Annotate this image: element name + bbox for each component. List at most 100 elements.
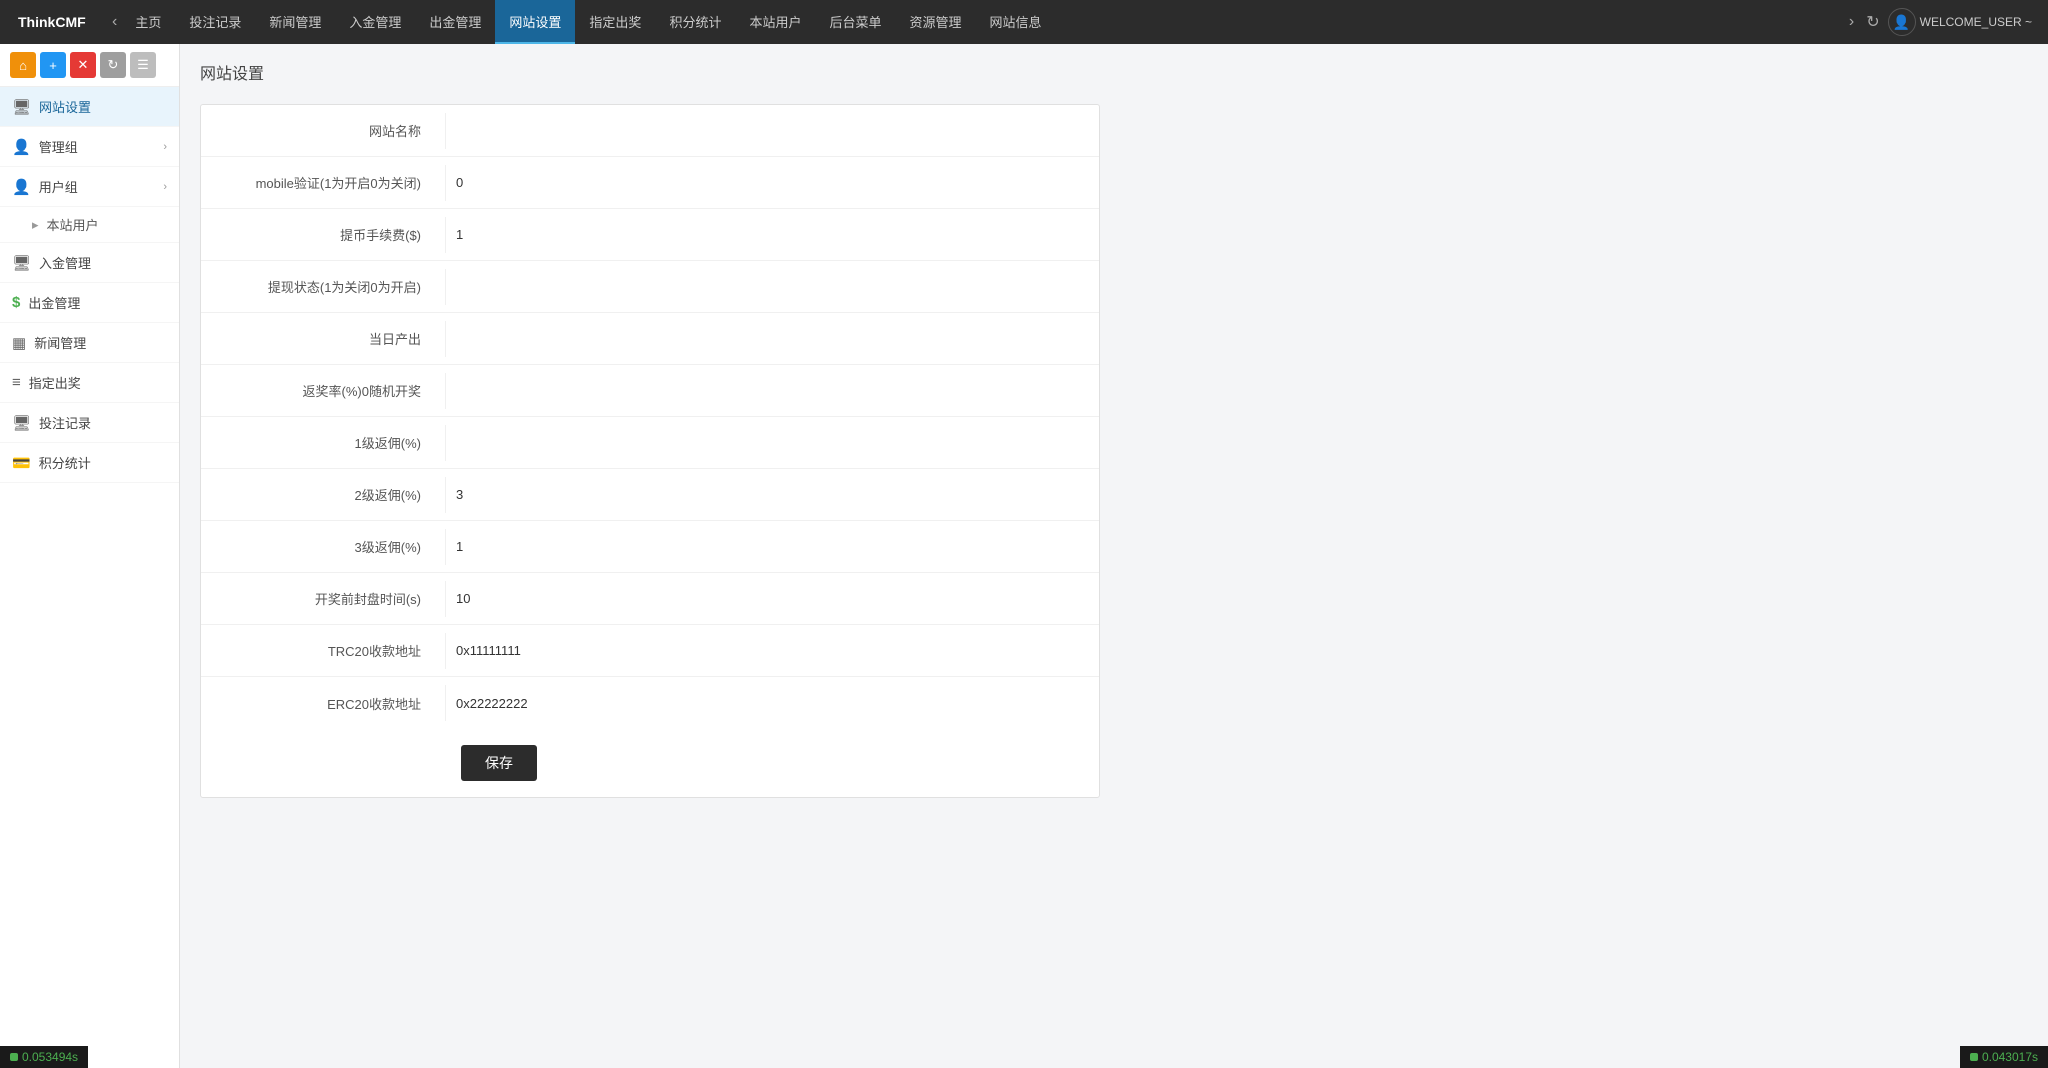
form-row-2: 提币手续费($)	[201, 209, 1099, 261]
user-avatar-icon: 👤	[1888, 8, 1916, 36]
nav-item-网站信息[interactable]: 网站信息	[976, 0, 1056, 44]
form-input-6[interactable]	[445, 425, 1095, 461]
nav-item-主页[interactable]: 主页	[121, 0, 175, 44]
sidebar-toolbar: ⌂ + ✕ ↻ ☰	[0, 44, 179, 87]
nav-item-投注记录[interactable]: 投注记录	[175, 0, 255, 44]
list-icon: ≡	[12, 374, 21, 391]
form-label-5: 返奖率(%)0随机开奖	[201, 369, 441, 412]
monitor-icon: 🖥	[12, 414, 31, 432]
nav-right: › ↻ 👤 WELCOME_USER ~	[1837, 8, 2040, 36]
sidebar-item-8[interactable]: 🖥 投注记录	[0, 403, 179, 443]
expand-arrow-icon: ›	[163, 141, 167, 153]
form-label-11: ERC20收款地址	[201, 682, 441, 725]
settings-form-card: 网站名称 mobile验证(1为开启0为关闭) 提币手续费($) 提现状态(1为…	[200, 104, 1100, 798]
form-label-0: 网站名称	[201, 109, 441, 152]
status-dot-right	[1970, 1053, 1978, 1061]
form-label-7: 2级返佣(%)	[201, 473, 441, 516]
sidebar-item-label: 网站设置	[39, 97, 167, 116]
form-row-0: 网站名称	[201, 105, 1099, 157]
top-navigation: ThinkCMF ‹ 主页投注记录新闻管理入金管理出金管理网站设置指定出奖积分统…	[0, 0, 2048, 44]
form-input-2[interactable]	[445, 217, 1095, 253]
sidebar-item-label: 用户组	[39, 177, 156, 196]
status-right-value: 0.043017s	[1982, 1050, 2038, 1064]
person-icon: 👤	[12, 138, 31, 156]
nav-item-本站用户[interactable]: 本站用户	[735, 0, 815, 44]
form-row-1: mobile验证(1为开启0为关闭)	[201, 157, 1099, 209]
nav-item-入金管理[interactable]: 入金管理	[335, 0, 415, 44]
sidebar: ⌂ + ✕ ↻ ☰ 🖥 网站设置 👤 管理组 ›👤 用户组 ›▸	[0, 44, 180, 1068]
sidebar-item-label: 投注记录	[39, 413, 167, 432]
form-input-7[interactable]	[445, 477, 1095, 513]
form-row-4: 当日产出	[201, 313, 1099, 365]
sidebar-item-label: 新闻管理	[34, 333, 167, 352]
form-row-3: 提现状态(1为关闭0为开启)	[201, 261, 1099, 313]
form-input-10[interactable]	[445, 633, 1095, 669]
status-dot-left	[10, 1053, 18, 1061]
nav-item-出金管理[interactable]: 出金管理	[415, 0, 495, 44]
sidebar-item-7[interactable]: ≡ 指定出奖	[0, 363, 179, 403]
user-label: WELCOME_USER ~	[1920, 15, 2032, 29]
main-layout: ⌂ + ✕ ↻ ☰ 🖥 网站设置 👤 管理组 ›👤 用户组 ›▸	[0, 44, 2048, 1068]
nav-next-arrow[interactable]: ›	[1845, 13, 1858, 31]
toolbar-btn-new[interactable]: +	[40, 52, 66, 78]
form-fields: 网站名称 mobile验证(1为开启0为关闭) 提币手续费($) 提现状态(1为…	[201, 105, 1099, 729]
sidebar-item-label: 入金管理	[39, 253, 167, 272]
nav-item-指定出奖[interactable]: 指定出奖	[575, 0, 655, 44]
nav-item-资源管理[interactable]: 资源管理	[895, 0, 975, 44]
form-label-3: 提现状态(1为关闭0为开启)	[201, 265, 441, 308]
save-button[interactable]: 保存	[461, 745, 537, 781]
form-label-9: 开奖前封盘时间(s)	[201, 577, 441, 620]
form-input-8[interactable]	[445, 529, 1095, 565]
form-row-10: TRC20收款地址	[201, 625, 1099, 677]
form-actions: 保存	[201, 729, 1099, 797]
nav-item-网站设置[interactable]: 网站设置	[495, 0, 575, 44]
person-icon: 👤	[12, 178, 31, 196]
nav-item-后台菜单[interactable]: 后台菜单	[815, 0, 895, 44]
sidebar-item-2[interactable]: 👤 用户组 ›	[0, 167, 179, 207]
main-content: 网站设置 网站名称 mobile验证(1为开启0为关闭) 提币手续费($) 提现…	[180, 44, 2048, 1068]
status-bar-right: 0.043017s	[1960, 1046, 2048, 1068]
form-row-6: 1级返佣(%)	[201, 417, 1099, 469]
form-label-4: 当日产出	[201, 317, 441, 360]
monitor-icon: 🖥	[12, 254, 31, 272]
sidebar-subitem-3[interactable]: ▸ 本站用户	[0, 207, 179, 243]
nav-item-积分统计[interactable]: 积分统计	[655, 0, 735, 44]
toolbar-btn-menu[interactable]: ☰	[130, 52, 156, 78]
form-label-8: 3级返佣(%)	[201, 525, 441, 568]
nav-item-新闻管理[interactable]: 新闻管理	[255, 0, 335, 44]
form-input-3[interactable]	[445, 269, 1095, 305]
form-input-1[interactable]	[445, 165, 1095, 201]
card-icon: 💳	[12, 454, 31, 472]
sidebar-item-0[interactable]: 🖥 网站设置	[0, 87, 179, 127]
sidebar-items: 🖥 网站设置 👤 管理组 ›👤 用户组 ›▸ 本站用户🖥	[0, 87, 179, 483]
form-label-2: 提币手续费($)	[201, 213, 441, 256]
toolbar-btn-refresh[interactable]: ↻	[100, 52, 126, 78]
form-input-11[interactable]	[445, 685, 1095, 721]
sidebar-item-label: 指定出奖	[29, 373, 167, 392]
sidebar-item-label: 出金管理	[28, 293, 167, 312]
form-row-8: 3级返佣(%)	[201, 521, 1099, 573]
nav-items: 主页投注记录新闻管理入金管理出金管理网站设置指定出奖积分统计本站用户后台菜单资源…	[121, 0, 1837, 44]
expand-arrow-icon: ›	[163, 181, 167, 193]
sidebar-item-label: 积分统计	[39, 453, 167, 472]
refresh-icon[interactable]: ↻	[1866, 12, 1879, 32]
sidebar-item-1[interactable]: 👤 管理组 ›	[0, 127, 179, 167]
form-row-11: ERC20收款地址	[201, 677, 1099, 729]
toolbar-btn-delete[interactable]: ✕	[70, 52, 96, 78]
sidebar-item-9[interactable]: 💳 积分统计	[0, 443, 179, 483]
form-input-5[interactable]	[445, 373, 1095, 409]
user-menu[interactable]: 👤 WELCOME_USER ~	[1888, 8, 2032, 36]
form-input-4[interactable]	[445, 321, 1095, 357]
nav-prev-arrow[interactable]: ‹	[108, 13, 121, 31]
form-input-9[interactable]	[445, 581, 1095, 617]
status-bar-left: 0.053494s	[0, 1046, 88, 1068]
sidebar-item-6[interactable]: ▦ 新闻管理	[0, 323, 179, 363]
sidebar-item-5[interactable]: $ 出金管理	[0, 283, 179, 323]
toolbar-btn-home[interactable]: ⌂	[10, 52, 36, 78]
form-input-0[interactable]	[445, 113, 1095, 149]
sidebar-item-4[interactable]: 🖥 入金管理	[0, 243, 179, 283]
form-row-5: 返奖率(%)0随机开奖	[201, 365, 1099, 417]
sidebar-item-label: 管理组	[39, 137, 156, 156]
subitem-bullet-icon: ▸	[32, 217, 39, 233]
form-label-6: 1级返佣(%)	[201, 421, 441, 464]
